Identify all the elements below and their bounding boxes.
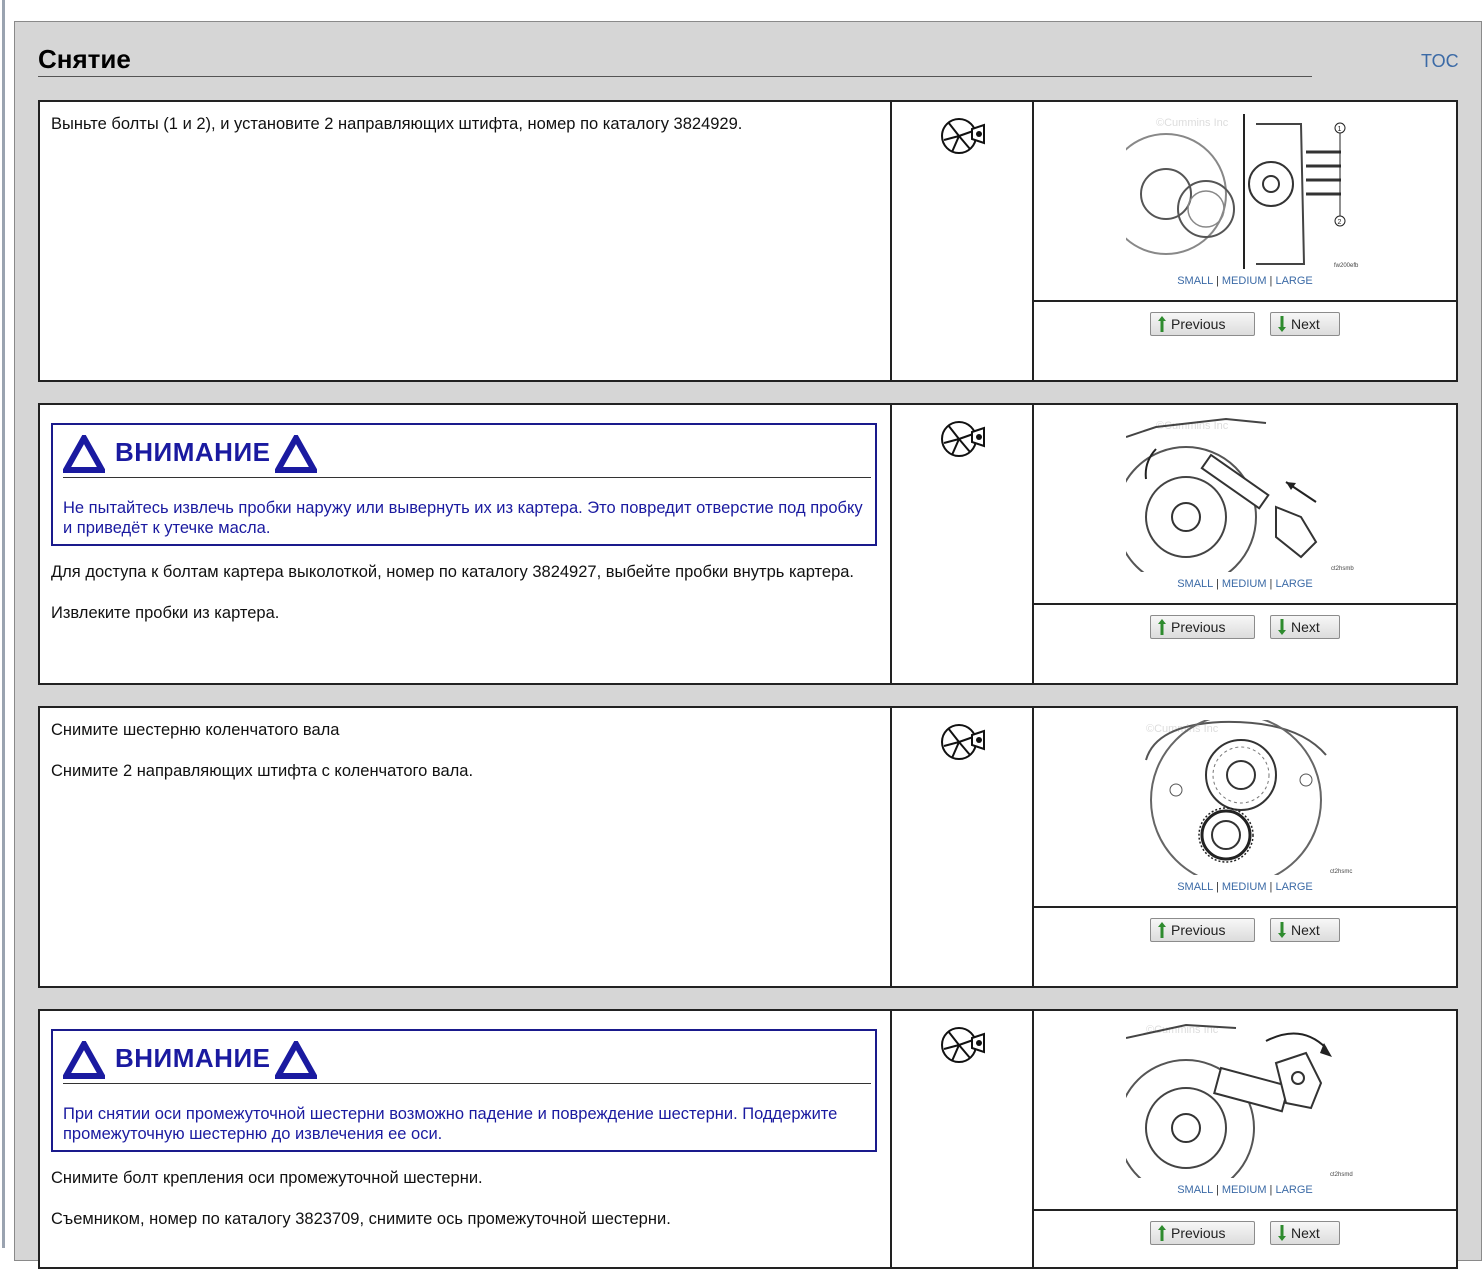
step-row: ВНИМАНИЕ Не пытайтесь извлечь пробки нар… bbox=[38, 403, 1458, 685]
size-small-link[interactable]: SMALL bbox=[1177, 1184, 1213, 1196]
figure-area: ©Cummins Inc ct2hsmb SMALL | MEDIUM | LA… bbox=[1034, 405, 1456, 605]
step-text-cell: ВНИМАНИЕ При снятии оси промежуточной ше… bbox=[40, 1011, 892, 1267]
arrow-up-icon bbox=[1158, 316, 1166, 332]
toc-link[interactable]: TOC bbox=[1421, 51, 1459, 72]
tool-wrench-icon bbox=[941, 118, 985, 154]
step-nav: Previous Next bbox=[1034, 1209, 1456, 1267]
page-title: Снятие bbox=[38, 44, 131, 74]
size-small-link[interactable]: SMALL bbox=[1177, 881, 1213, 893]
warning-text: Не пытайтесь извлечь пробки наружу или в… bbox=[63, 499, 863, 537]
next-button[interactable]: Next bbox=[1270, 918, 1340, 942]
flywheel-bolts-illustration[interactable]: ©Cummins Inc 1 2 fw200efb bbox=[1126, 114, 1364, 269]
size-small-link[interactable]: SMALL bbox=[1177, 275, 1213, 287]
figure-area: ©Cummins Inc ct2hsmd SMALL | MEDIUM | LA… bbox=[1034, 1011, 1456, 1211]
arrow-down-icon bbox=[1278, 1225, 1286, 1241]
warning-text: При снятии оси промежуточной шестерни во… bbox=[63, 1105, 838, 1143]
figure-area: ©Cummins Inc ct2hsmc SMALL | MEDIUM | LA… bbox=[1034, 708, 1456, 908]
next-button[interactable]: Next bbox=[1270, 1221, 1340, 1245]
step-nav: Previous Next bbox=[1034, 300, 1456, 380]
arrow-up-icon bbox=[1158, 619, 1166, 635]
step-row: Выньте болты (1 и 2), и установите 2 нап… bbox=[38, 100, 1458, 382]
size-medium-link[interactable]: MEDIUM bbox=[1222, 275, 1267, 287]
step-nav: Previous Next bbox=[1034, 906, 1456, 986]
arrow-up-icon bbox=[1158, 922, 1166, 938]
tool-wrench-icon bbox=[941, 724, 985, 760]
step-icon-cell bbox=[892, 708, 1034, 986]
figure-caption: ct2hsmc bbox=[1330, 869, 1352, 875]
image-size-links: SMALL | MEDIUM | LARGE bbox=[1177, 275, 1313, 287]
step-paragraph: Снимите болт крепления оси промежуточной… bbox=[51, 1169, 483, 1187]
title-divider bbox=[38, 76, 1312, 77]
step-paragraph: Для доступа к болтам картера выколоткой,… bbox=[51, 563, 855, 581]
step-nav: Previous Next bbox=[1034, 603, 1456, 683]
tool-wrench-icon bbox=[941, 1027, 985, 1063]
step-figure-cell: ©Cummins Inc ct2hsmd SMALL | MEDIUM | LA… bbox=[1034, 1011, 1456, 1267]
step-text-cell: ВНИМАНИЕ Не пытайтесь извлечь пробки нар… bbox=[40, 405, 892, 683]
previous-button[interactable]: Previous bbox=[1150, 1221, 1255, 1245]
left-border bbox=[2, 0, 5, 1248]
warning-triangle-icon bbox=[63, 435, 105, 473]
size-small-link[interactable]: SMALL bbox=[1177, 578, 1213, 590]
step-figure-cell: ©Cummins Inc ct2hsmb SMALL | MEDIUM | LA… bbox=[1034, 405, 1456, 683]
step-paragraph: Снимите 2 направляющих штифта с коленчат… bbox=[51, 762, 474, 780]
previous-button[interactable]: Previous bbox=[1150, 615, 1255, 639]
arrow-down-icon bbox=[1278, 922, 1286, 938]
warning-box: ВНИМАНИЕ Не пытайтесь извлечь пробки нар… bbox=[51, 423, 877, 546]
step-paragraph: Снимите шестерню коленчатого вала bbox=[51, 721, 340, 739]
step-figure-cell: ©Cummins Inc ct2hsmc SMALL | MEDIUM | LA… bbox=[1034, 708, 1456, 986]
warning-triangle-icon bbox=[275, 435, 317, 473]
step-icon-cell bbox=[892, 102, 1034, 380]
figure-caption: ct2hsmb bbox=[1331, 566, 1354, 572]
image-size-links: SMALL | MEDIUM | LARGE bbox=[1177, 1184, 1313, 1196]
arrow-down-icon bbox=[1278, 619, 1286, 635]
svg-text:2: 2 bbox=[1338, 219, 1342, 226]
warning-box: ВНИМАНИЕ При снятии оси промежуточной ше… bbox=[51, 1029, 877, 1152]
step-paragraph: Съемником, номер по каталогу 3823709, сн… bbox=[51, 1210, 671, 1228]
image-size-links: SMALL | MEDIUM | LARGE bbox=[1177, 881, 1313, 893]
previous-button[interactable]: Previous bbox=[1150, 918, 1255, 942]
size-large-link[interactable]: LARGE bbox=[1275, 1184, 1312, 1196]
step-paragraph: Извлеките пробки из картера. bbox=[51, 604, 280, 622]
next-button[interactable]: Next bbox=[1270, 615, 1340, 639]
step-text-cell: Выньте болты (1 и 2), и установите 2 нап… bbox=[40, 102, 892, 380]
warning-title: ВНИМАНИЕ bbox=[115, 437, 271, 467]
step-icon-cell bbox=[892, 1011, 1034, 1267]
warning-header: ВНИМАНИЕ bbox=[63, 425, 871, 478]
crankshaft-gear-illustration[interactable]: ©Cummins Inc ct2hsmc bbox=[1126, 720, 1364, 875]
next-button[interactable]: Next bbox=[1270, 312, 1340, 336]
previous-button[interactable]: Previous bbox=[1150, 312, 1255, 336]
step-figure-cell: ©Cummins Inc 1 2 fw200efb SMALL | MEDIUM… bbox=[1034, 102, 1456, 380]
image-size-links: SMALL | MEDIUM | LARGE bbox=[1177, 578, 1313, 590]
arrow-down-icon bbox=[1278, 316, 1286, 332]
size-large-link[interactable]: LARGE bbox=[1275, 578, 1312, 590]
svg-text:1: 1 bbox=[1338, 126, 1342, 133]
figure-watermark: ©Cummins Inc bbox=[1156, 117, 1229, 129]
crankcase-plug-illustration[interactable]: ©Cummins Inc ct2hsmb bbox=[1126, 417, 1364, 572]
step-text-cell: Снимите шестерню коленчатого вала Снимит… bbox=[40, 708, 892, 986]
warning-title: ВНИМАНИЕ bbox=[115, 1043, 271, 1073]
arrow-up-icon bbox=[1158, 1225, 1166, 1241]
size-medium-link[interactable]: MEDIUM bbox=[1222, 578, 1267, 590]
figure-caption: fw200efb bbox=[1334, 263, 1359, 269]
idler-shaft-puller-illustration[interactable]: ©Cummins Inc ct2hsmd bbox=[1126, 1023, 1364, 1178]
step-row: ВНИМАНИЕ При снятии оси промежуточной ше… bbox=[38, 1009, 1458, 1269]
size-large-link[interactable]: LARGE bbox=[1275, 275, 1312, 287]
step-paragraph: Выньте болты (1 и 2), и установите 2 нап… bbox=[51, 115, 743, 133]
warning-header: ВНИМАНИЕ bbox=[63, 1031, 871, 1084]
warning-triangle-icon bbox=[275, 1041, 317, 1079]
size-medium-link[interactable]: MEDIUM bbox=[1222, 1184, 1267, 1196]
step-icon-cell bbox=[892, 405, 1034, 683]
size-large-link[interactable]: LARGE bbox=[1275, 881, 1312, 893]
size-medium-link[interactable]: MEDIUM bbox=[1222, 881, 1267, 893]
tool-wrench-icon bbox=[941, 421, 985, 457]
figure-area: ©Cummins Inc 1 2 fw200efb SMALL | MEDIUM… bbox=[1034, 102, 1456, 302]
step-row: Снимите шестерню коленчатого вала Снимит… bbox=[38, 706, 1458, 988]
figure-caption: ct2hsmd bbox=[1330, 1172, 1353, 1178]
warning-triangle-icon bbox=[63, 1041, 105, 1079]
